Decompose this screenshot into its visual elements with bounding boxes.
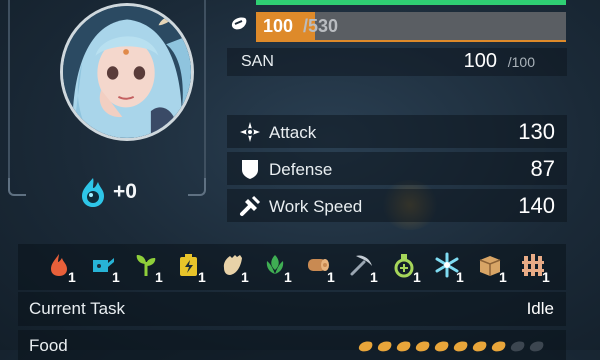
attack-icon <box>240 122 260 142</box>
current-task-label: Current Task <box>29 299 126 318</box>
work-electricity[interactable]: 1 <box>174 252 214 286</box>
pal-portrait-image <box>63 6 191 138</box>
work-gathering[interactable]: 1 <box>260 252 300 286</box>
stat-label: Work Speed <box>269 197 363 216</box>
food-pip-icon <box>358 341 373 352</box>
stat-work-speed: Work Speed 140 <box>227 189 567 222</box>
work-level: 1 <box>198 269 206 285</box>
hp-bar <box>256 0 566 5</box>
portrait-frame <box>8 0 206 196</box>
xp-max: /530 <box>303 16 339 36</box>
food-pip-icon <box>510 341 525 352</box>
work-handiwork[interactable]: 1 <box>217 252 257 286</box>
food-pip-icon <box>396 341 411 352</box>
food-label: Food <box>29 336 68 355</box>
work-watering[interactable]: 1 <box>88 252 128 286</box>
xp-bar: 100 /530 <box>256 12 566 40</box>
work-level: 1 <box>68 269 76 285</box>
food-pip-icon <box>529 341 544 352</box>
work-planting[interactable]: 1 <box>131 252 171 286</box>
current-task-value: Idle <box>526 299 554 318</box>
work-suitability-row: 1 1 1 1 1 1 1 1 1 1 1 1 <box>18 244 566 290</box>
san-row: SAN 100 /100 <box>227 48 567 76</box>
san-max: /100 <box>507 54 535 70</box>
food-pip-icon <box>491 341 506 352</box>
current-task-row: Current Task Idle <box>18 292 566 326</box>
work-mining[interactable]: 1 <box>346 252 386 286</box>
food-pip-icon <box>415 341 430 352</box>
work-lumbering[interactable]: 1 <box>303 252 343 286</box>
work-level: 1 <box>241 269 249 285</box>
stat-defense: Defense 87 <box>227 152 567 185</box>
pal-portrait[interactable] <box>60 3 194 141</box>
stat-attack: Attack 130 <box>227 115 567 148</box>
work-medicine[interactable]: 1 <box>389 252 429 286</box>
work-level: 1 <box>155 269 163 285</box>
work-speed-icon <box>240 195 261 216</box>
soul-flame-icon <box>82 178 104 207</box>
food-pip-icon <box>377 341 392 352</box>
san-label: SAN <box>241 53 274 70</box>
stat-value: 140 <box>518 193 555 218</box>
work-transporting[interactable]: 1 <box>475 252 515 286</box>
work-level: 1 <box>370 269 378 285</box>
xp-underline <box>256 40 566 42</box>
stat-label: Defense <box>269 160 333 179</box>
xp-icon <box>231 17 247 30</box>
work-cooling[interactable]: 1 <box>432 252 472 286</box>
work-level: 1 <box>499 269 507 285</box>
work-farming[interactable]: 1 <box>518 252 558 286</box>
work-level: 1 <box>413 269 421 285</box>
defense-icon <box>242 160 258 179</box>
food-row: Food <box>18 330 566 360</box>
work-level: 1 <box>456 269 464 285</box>
stat-value: 87 <box>530 156 555 181</box>
food-pip-icon <box>434 341 449 352</box>
work-level: 1 <box>284 269 292 285</box>
work-kindling[interactable]: 1 <box>44 252 84 286</box>
stat-label: Attack <box>269 123 317 142</box>
xp-current: 100 <box>263 16 294 36</box>
san-value: 100 <box>463 50 497 72</box>
food-pip-icon <box>472 341 487 352</box>
food-pip-icon <box>453 341 468 352</box>
work-level: 1 <box>542 269 550 285</box>
work-level: 1 <box>112 269 120 285</box>
work-level: 1 <box>327 269 335 285</box>
soul-bonus-text: +0 <box>113 180 137 203</box>
stat-value: 130 <box>518 119 555 144</box>
